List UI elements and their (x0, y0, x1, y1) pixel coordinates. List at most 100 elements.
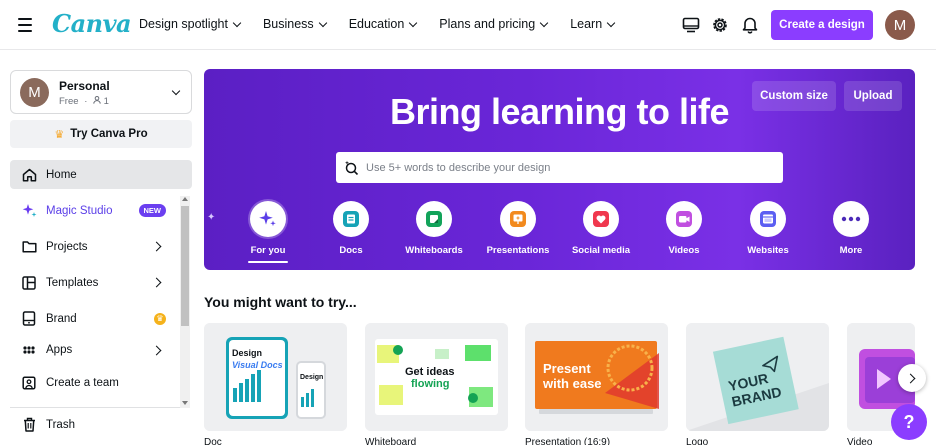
account-switcher[interactable]: M Personal Free · 1 (10, 70, 192, 114)
more-icon (833, 201, 869, 237)
sidebar-item-trash[interactable]: Trash (10, 410, 192, 439)
sidebar-item-label: Home (46, 168, 77, 181)
card-label: Logo (686, 437, 709, 445)
card-art-text: Design (300, 374, 323, 381)
template-card-logo[interactable]: YOUR BRAND (686, 323, 829, 431)
category-label: Websites (747, 245, 789, 256)
new-badge: NEW (138, 204, 166, 217)
category-label: Presentations (486, 245, 550, 256)
category-for-you[interactable]: For you (226, 201, 310, 263)
template-card-whiteboard[interactable]: Get ideas flowing (365, 323, 508, 431)
team-name: Personal (59, 79, 110, 93)
category-label: Docs (339, 245, 363, 256)
add-team-icon (21, 375, 37, 391)
category-websites[interactable]: Websites (726, 201, 810, 256)
chevron-down-icon (318, 18, 327, 27)
template-card-presentation[interactable]: Present with ease (525, 323, 668, 431)
sparkle-icon (250, 201, 286, 237)
nav-label: Design spotlight (139, 17, 228, 31)
nav-label: Education (348, 17, 405, 31)
sidebar-item-home[interactable]: Home (10, 160, 192, 189)
card-art-text: Visual Docs (232, 360, 283, 370)
chevron-right-icon (151, 241, 162, 252)
templates-icon (21, 275, 37, 291)
team-avatar: M (20, 78, 49, 107)
card-art-text: Get ideas (405, 366, 455, 378)
team-plan-info: Free · 1 (59, 96, 109, 107)
design-search-input[interactable]: Use 5+ words to describe your design (336, 152, 783, 183)
category-presentations[interactable]: Presentations (476, 201, 560, 256)
brand-kit-icon (21, 311, 37, 327)
card-art-text: with ease (542, 376, 602, 391)
desktop-app-icon[interactable] (679, 13, 703, 37)
category-whiteboards[interactable]: Whiteboards (392, 201, 476, 256)
card-label: Video (847, 437, 873, 445)
trash-icon (21, 417, 37, 433)
sidebar-item-templates[interactable]: Templates (10, 268, 192, 297)
chevron-down-icon (171, 86, 181, 96)
template-card-doc[interactable]: Design Visual Docs Design (204, 323, 347, 431)
scroll-down-icon[interactable] (182, 401, 188, 405)
sidebar-item-magic-studio[interactable]: Magic Studio NEW (10, 196, 192, 225)
avatar[interactable]: M (885, 10, 915, 40)
logo-thumbnail: YOUR BRAND (686, 323, 829, 431)
home-icon (21, 167, 37, 183)
main-nav: Design spotlight Business Education Plan… (139, 17, 616, 31)
category-label: Whiteboards (405, 245, 463, 256)
doc-thumbnail: Design Visual Docs Design (204, 323, 347, 431)
category-label: Videos (668, 245, 700, 256)
sidebar-item-label: Templates (46, 276, 99, 289)
sidebar-item-create-team[interactable]: Create a team (10, 368, 192, 397)
scrollbar-thumb[interactable] (181, 206, 189, 326)
crown-icon: ♛ (54, 128, 65, 141)
sidebar-item-brand[interactable]: Brand ♛ (10, 304, 192, 333)
card-art-text: Present (543, 361, 591, 376)
upload-button[interactable]: Upload (844, 81, 902, 111)
suggestions-title: You might want to try... (204, 294, 357, 310)
sidebar-item-label: Magic Studio (46, 204, 113, 217)
chevron-down-icon (409, 18, 418, 27)
card-label: Presentation (16:9) (525, 437, 611, 445)
custom-size-button[interactable]: Custom size (752, 81, 836, 111)
scroll-up-icon[interactable] (182, 197, 188, 201)
person-icon (93, 96, 101, 104)
chevron-right-icon (151, 277, 162, 288)
help-button[interactable]: ? (891, 404, 927, 440)
nav-education[interactable]: Education (348, 17, 418, 31)
category-docs[interactable]: Docs (309, 201, 393, 256)
category-more[interactable]: More (809, 201, 893, 256)
nav-plans-and-pricing[interactable]: Plans and pricing (439, 17, 549, 31)
website-icon (750, 201, 786, 237)
folder-icon (21, 239, 37, 255)
doc-icon (333, 201, 369, 237)
category-videos[interactable]: Videos (642, 201, 726, 256)
category-social-media[interactable]: Social media (559, 201, 643, 256)
sidebar-divider (10, 407, 180, 408)
heart-icon (583, 201, 619, 237)
create-design-button[interactable]: Create a design (771, 10, 873, 40)
menu-icon[interactable] (14, 14, 36, 36)
gear-icon[interactable] (708, 13, 732, 37)
design-type-categories: For you Docs Whiteboards Presentations S… (204, 201, 915, 266)
search-placeholder: Use 5+ words to describe your design (366, 161, 551, 174)
nav-design-spotlight[interactable]: Design spotlight (139, 17, 242, 31)
chevron-down-icon (232, 18, 242, 27)
magic-search-icon (344, 160, 359, 175)
nav-business[interactable]: Business (263, 17, 327, 31)
team-member-count: 1 (103, 96, 109, 107)
whiteboard-icon (416, 201, 452, 237)
sidebar-item-label: Trash (46, 418, 75, 431)
nav-learn[interactable]: Learn (570, 17, 616, 31)
canva-logo[interactable]: Canva (52, 9, 132, 38)
sidebar-item-label: Brand (46, 312, 77, 325)
sidebar-item-projects[interactable]: Projects (10, 232, 192, 261)
video-icon (666, 201, 702, 237)
sidebar-item-label: Apps (46, 344, 73, 356)
try-pro-button[interactable]: ♛ Try Canva Pro (10, 120, 192, 148)
bell-icon[interactable] (738, 13, 762, 37)
sidebar-item-apps[interactable]: Apps (10, 338, 192, 358)
card-label: Whiteboard (365, 437, 417, 445)
top-bar: Canva Design spotlight Business Educatio… (0, 0, 936, 50)
carousel-next-button[interactable] (898, 364, 926, 392)
crown-badge-icon: ♛ (154, 312, 166, 325)
